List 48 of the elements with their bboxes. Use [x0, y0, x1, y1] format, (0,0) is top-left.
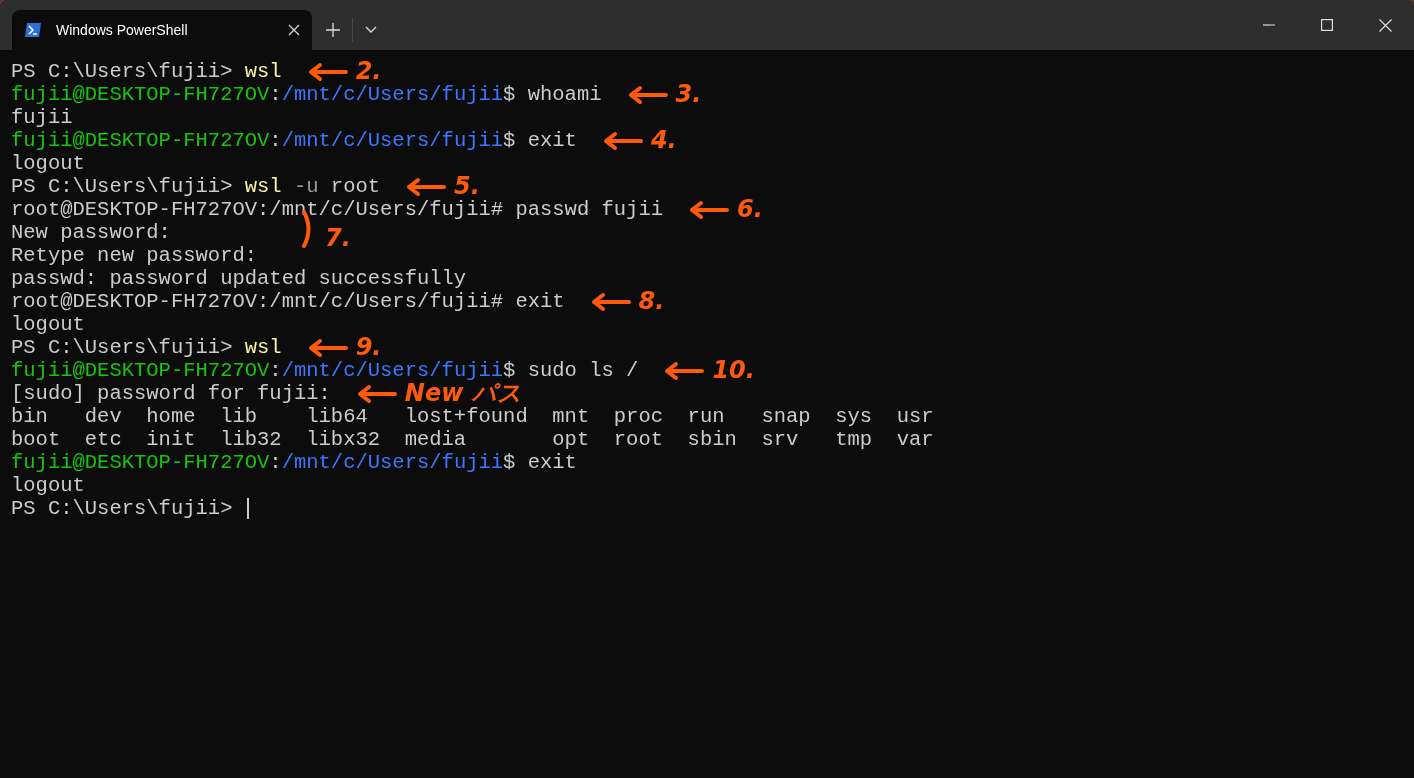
arrow-icon [664, 360, 705, 381]
close-icon [1378, 18, 1392, 32]
handwritten-note: 10. [712, 359, 755, 382]
plus-icon[interactable] [326, 23, 340, 37]
handwritten-note: 9. [355, 336, 382, 359]
terminal-line: fujii@DESKTOP-FH727OV:/mnt/c/Users/fujii$ exit [11, 129, 577, 152]
terminal-line: root@DESKTOP-FH727OV:/mnt/c/Users/fujii# exit [11, 290, 565, 313]
handwritten-note: 7. [324, 227, 351, 250]
terminal-line: fujii@DESKTOP-FH727OV:/mnt/c/Users/fujii$ exit [11, 451, 577, 474]
handwritten-note: 5. [454, 175, 480, 198]
terminal-line: New password: [11, 221, 171, 244]
terminal-line: PS C:\Users\fujii> wsl [11, 60, 282, 83]
close-icon[interactable] [288, 24, 300, 36]
handwritten-note: 6. [737, 198, 763, 221]
arrow-icon [602, 130, 643, 151]
terminal-line: logout [11, 152, 85, 175]
terminal-line: fujii@DESKTOP-FH727OV:/mnt/c/Users/fujii$ whoami [11, 83, 602, 106]
terminal-line: passwd: password updated successfully [11, 267, 467, 290]
handwritten-note: 3. [675, 83, 702, 106]
arrow-icon [627, 84, 668, 105]
arrow-icon [590, 291, 631, 312]
terminal-line: fujii@DESKTOP-FH727OV:/mnt/c/Users/fujii$ sudo ls / [11, 359, 639, 382]
arrow-icon [307, 337, 348, 358]
arrow-icon [406, 176, 447, 197]
tab-title: Windows PowerShell [56, 20, 189, 40]
arrow-icon [307, 61, 348, 82]
terminal-line: PS C:\Users\fujii> wsl -u root [11, 175, 381, 198]
terminal-line: PS C:\Users\fujii> wsl [11, 336, 282, 359]
terminal-line: logout [11, 474, 85, 497]
terminal-line: boot etc init lib32 libx32 media opt root sbin srv tmp var [11, 428, 934, 451]
minimize-icon [1263, 24, 1275, 26]
chevron-down-icon[interactable] [365, 26, 377, 34]
tab[interactable]: Windows PowerShell [12, 10, 312, 50]
terminal-line: PS C:\Users\fujii> [11, 497, 234, 520]
terminal-line: logout [11, 313, 85, 336]
handwritten-note: 4. [650, 129, 677, 152]
maximize-icon [1321, 19, 1333, 31]
handwritten-note: 8. [638, 290, 665, 313]
handwritten-note: 2. [355, 60, 382, 83]
terminal-line: root@DESKTOP-FH727OV:/mnt/c/Users/fujii# passwd fujii [11, 198, 663, 221]
terminal-line: [sudo] password for fujii: [11, 382, 331, 405]
terminal-line: bin dev home lib lib64 lost+found mnt proc run snap sys usr [11, 405, 934, 428]
terminal-prompt-icon [24, 22, 42, 38]
handwritten-note: New パス [404, 382, 522, 405]
arrow-icon [689, 199, 729, 220]
terminal-line: Retype new password: [11, 244, 258, 267]
terminal-line: fujii [11, 106, 73, 129]
arrow-icon [356, 383, 397, 404]
